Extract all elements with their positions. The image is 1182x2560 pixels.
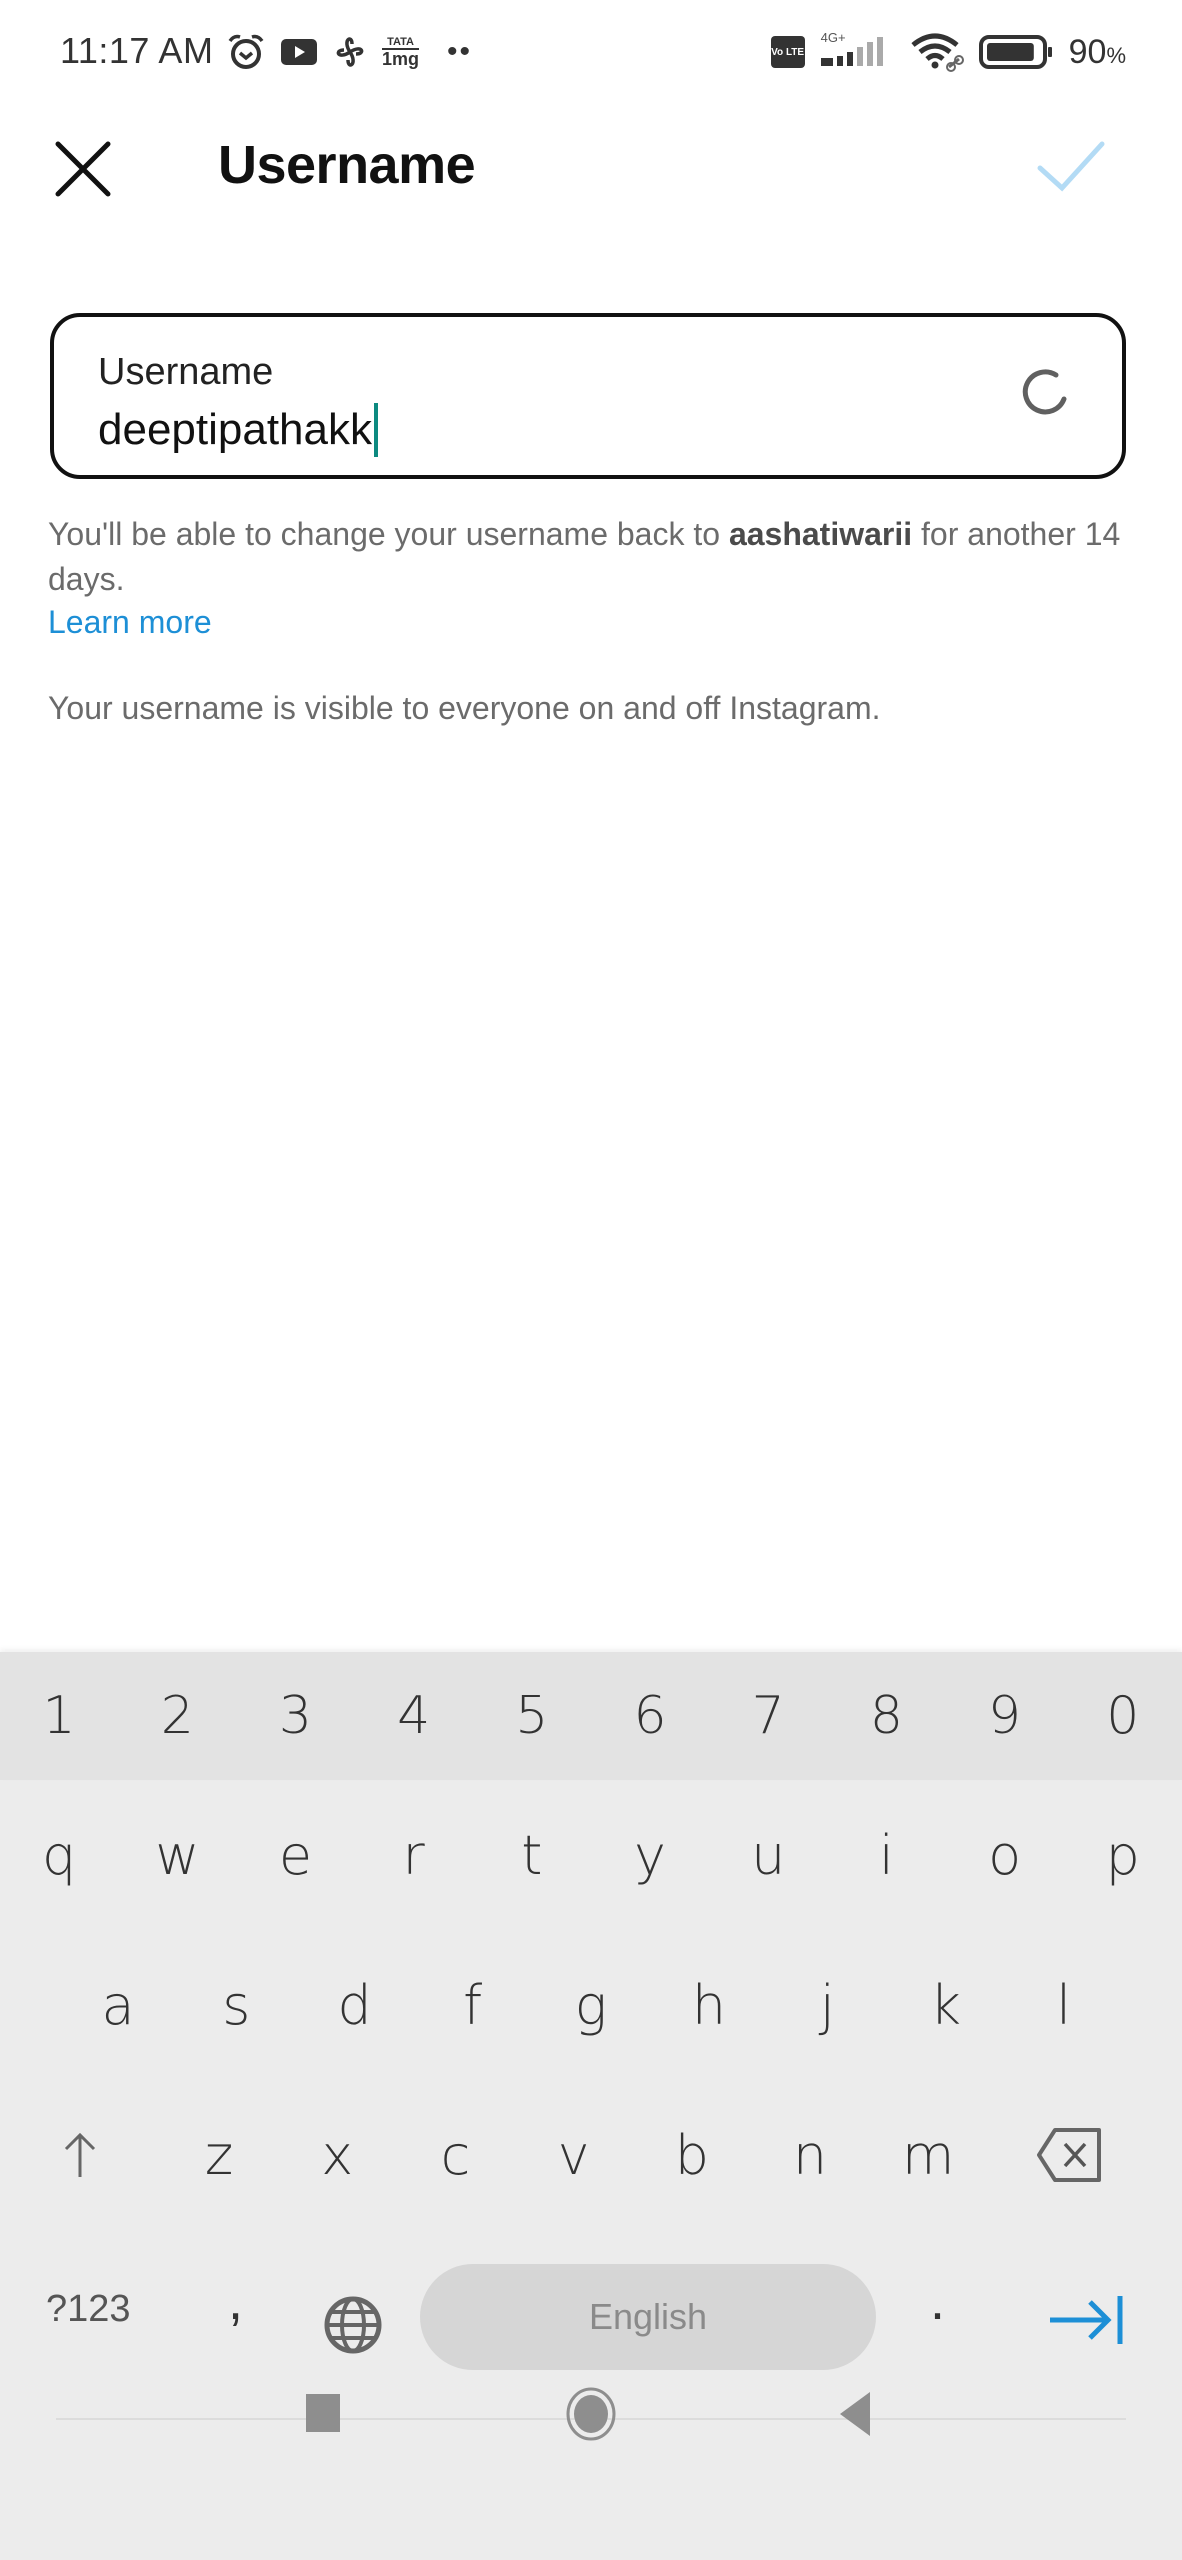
text-caret [374, 403, 378, 457]
wifi-icon [911, 33, 964, 72]
key-b[interactable]: b [633, 2080, 751, 2230]
key-n[interactable]: n [751, 2080, 869, 2230]
key-v[interactable]: v [515, 2080, 633, 2230]
home-circle-icon [566, 2387, 616, 2441]
key-m[interactable]: m [869, 2080, 987, 2230]
key-r[interactable]: r [355, 1780, 473, 1930]
back-triangle-icon [840, 2392, 870, 2436]
old-username: aashatiwarii [728, 516, 913, 552]
key-q[interactable]: q [0, 1780, 118, 1930]
next-field-arrow-icon [1050, 2296, 1123, 2344]
username-field[interactable]: Username deeptipathakk [50, 313, 1126, 479]
key-p[interactable]: p [1064, 1780, 1182, 1930]
key-8[interactable]: 8 [827, 1652, 945, 1780]
key-4[interactable]: 4 [355, 1652, 473, 1780]
key-6[interactable]: 6 [591, 1652, 709, 1780]
key-h[interactable]: h [650, 1930, 768, 2080]
youtube-icon [281, 39, 317, 65]
done-button[interactable] [1030, 132, 1110, 202]
volte-icon: Vo LTE [770, 36, 805, 68]
checkmark-icon [1037, 141, 1105, 192]
language-key[interactable] [322, 2294, 384, 2356]
recent-apps-button[interactable] [306, 2394, 340, 2432]
key-f[interactable]: f [414, 1930, 532, 2080]
key-w[interactable]: w [118, 1780, 236, 1930]
key-0[interactable]: 0 [1064, 1652, 1182, 1780]
key-e[interactable]: e [236, 1780, 354, 1930]
key-3[interactable]: 3 [236, 1652, 354, 1780]
key-j[interactable]: j [768, 1930, 886, 2080]
status-time: 11:17 AM [60, 30, 214, 71]
system-icons: Vo LTE 4G+ 90% [770, 30, 1126, 74]
pinwheel-app-icon [336, 37, 364, 67]
symbols-key[interactable]: ?123 [46, 2288, 131, 2331]
tata-1mg-icon: TATA 1mg [382, 35, 420, 69]
backspace-key[interactable] [987, 2080, 1153, 2230]
letter-row-2: asdfghjkl [0, 1930, 1182, 2080]
comma-key[interactable]: , [228, 2270, 243, 2332]
key-7[interactable]: 7 [709, 1652, 827, 1780]
status-bar: 11:17 AM TATA 1mg •• Vo LTE 4G+ 90% [0, 0, 1182, 105]
key-t[interactable]: t [473, 1780, 591, 1930]
space-bar[interactable]: English [420, 2264, 876, 2370]
back-button[interactable] [834, 2388, 874, 2440]
key-5[interactable]: 5 [473, 1652, 591, 1780]
app-bar: Username [0, 112, 1182, 222]
page-title: Username [218, 135, 476, 195]
learn-more-link[interactable]: Learn more [48, 604, 212, 641]
period-key[interactable]: . [930, 2270, 945, 2332]
key-l[interactable]: l [1005, 1930, 1123, 2080]
letter-keys: zxcvbnm [160, 2080, 987, 2230]
battery-percent: 90% [1068, 32, 1126, 71]
key-y[interactable]: y [591, 1780, 709, 1930]
visibility-note: Your username is visible to everyone on … [48, 690, 881, 726]
shift-arrow-icon [64, 2132, 96, 2177]
letter-row-1: qwertyuiop [0, 1780, 1182, 1930]
next-key[interactable] [1046, 2292, 1130, 2348]
close-icon [55, 141, 111, 197]
signal-icon: 4G+ [819, 30, 895, 70]
key-i[interactable]: i [827, 1780, 945, 1930]
home-button[interactable] [565, 2386, 617, 2442]
backspace-icon [1037, 2128, 1102, 2182]
more-notifications-dots: •• [447, 35, 473, 68]
globe-icon [324, 2296, 382, 2354]
username-change-note: You'll be able to change your username b… [48, 516, 1121, 597]
key-k[interactable]: k [886, 1930, 1004, 2080]
shift-key[interactable] [0, 2080, 160, 2230]
notification-icons: TATA 1mg •• [226, 30, 472, 74]
battery-icon [978, 35, 1052, 69]
close-button[interactable] [50, 136, 116, 202]
key-g[interactable]: g [532, 1930, 650, 2080]
username-field-label: Username [98, 351, 274, 393]
key-a[interactable]: a [59, 1930, 177, 2080]
number-row: 1234567890 [0, 1652, 1182, 1780]
key-s[interactable]: s [177, 1930, 295, 2080]
username-input[interactable]: deeptipathakk [98, 403, 378, 457]
key-c[interactable]: c [396, 2080, 514, 2230]
key-o[interactable]: o [946, 1780, 1064, 1930]
key-2[interactable]: 2 [118, 1652, 236, 1780]
letter-row-3: zxcvbnm [0, 2080, 1182, 2230]
key-1[interactable]: 1 [0, 1652, 118, 1780]
key-u[interactable]: u [709, 1780, 827, 1930]
key-d[interactable]: d [295, 1930, 413, 2080]
alarm-icon [228, 34, 264, 69]
key-z[interactable]: z [160, 2080, 278, 2230]
key-x[interactable]: x [278, 2080, 396, 2230]
loading-spinner-icon [1022, 369, 1067, 415]
key-9[interactable]: 9 [946, 1652, 1064, 1780]
